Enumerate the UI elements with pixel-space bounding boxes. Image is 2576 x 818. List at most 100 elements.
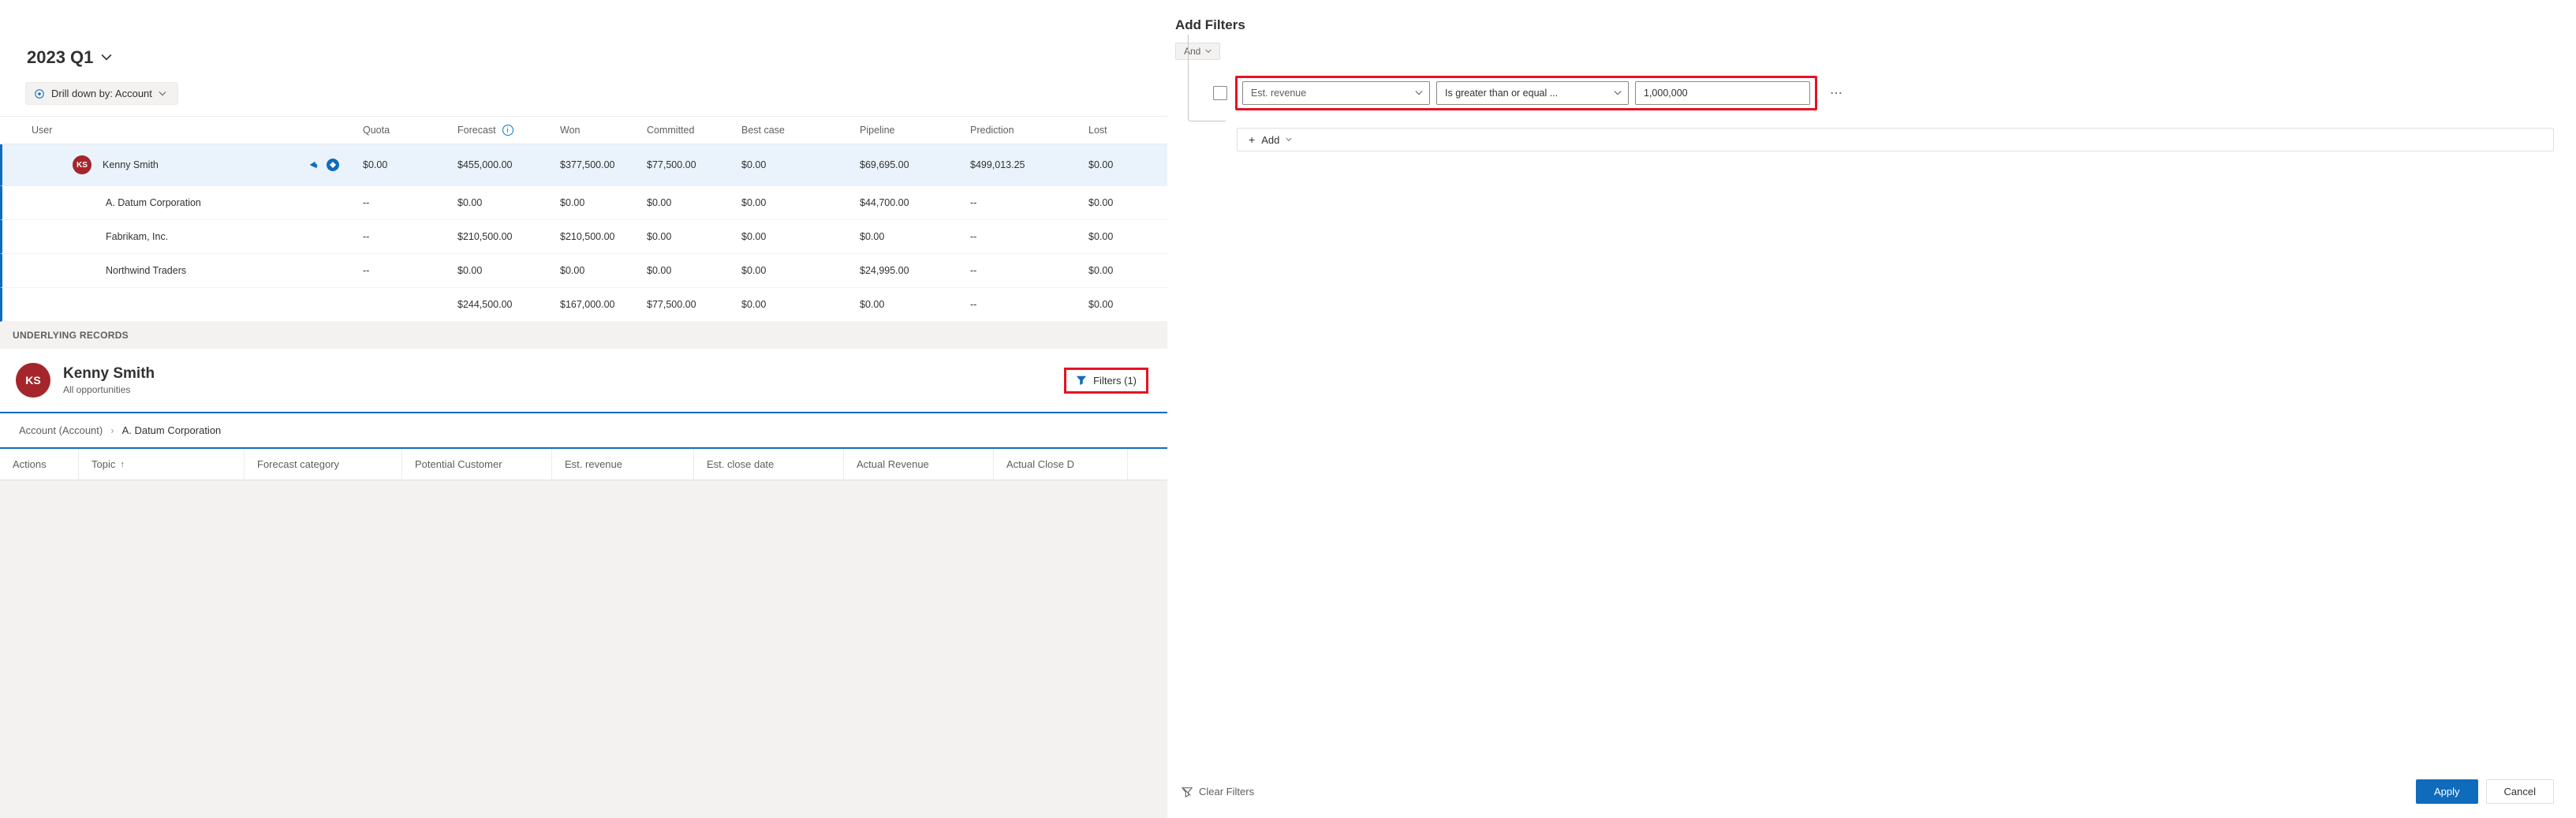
cell-forecast: $210,500.00 bbox=[457, 231, 560, 242]
cell-best: $0.00 bbox=[741, 159, 860, 170]
cell-prediction: -- bbox=[970, 231, 1088, 242]
and-operator-pill[interactable]: And bbox=[1175, 43, 1220, 60]
apply-button[interactable]: Apply bbox=[2416, 779, 2478, 804]
column-header[interactable]: Actual Revenue bbox=[844, 449, 994, 480]
cell-pipeline: $44,700.00 bbox=[860, 197, 970, 208]
col-best[interactable]: Best case bbox=[741, 125, 860, 136]
cell-best: $0.00 bbox=[741, 299, 860, 310]
row-name: A. Datum Corporation bbox=[106, 197, 201, 208]
filters-label: Filters (1) bbox=[1093, 375, 1137, 387]
cell-committed: $0.00 bbox=[647, 197, 741, 208]
cell-quota: -- bbox=[363, 231, 457, 242]
chevron-down-icon bbox=[1205, 48, 1211, 54]
cell-best: $0.00 bbox=[741, 197, 860, 208]
breadcrumb-current: A. Datum Corporation bbox=[122, 424, 222, 436]
cell-pipeline: $0.00 bbox=[860, 299, 970, 310]
column-header[interactable]: Est. close date bbox=[694, 449, 844, 480]
breadcrumb-root[interactable]: Account (Account) bbox=[19, 424, 103, 436]
record-body-empty bbox=[0, 480, 1167, 818]
cell-committed: $0.00 bbox=[647, 265, 741, 276]
filter-operator-dropdown[interactable]: Is greater than or equal ... bbox=[1436, 81, 1629, 105]
user-cell: Northwind Traders bbox=[32, 265, 363, 276]
column-header[interactable]: Forecast category bbox=[245, 449, 402, 480]
record-subtitle: All opportunities bbox=[63, 384, 155, 395]
status-dot-icon[interactable] bbox=[327, 159, 339, 171]
column-header[interactable]: Topic↑ bbox=[79, 449, 245, 480]
row-name: Northwind Traders bbox=[106, 265, 186, 276]
row-checkbox[interactable] bbox=[1213, 86, 1227, 100]
table-row[interactable]: $244,500.00$167,000.00$77,500.00$0.00$0.… bbox=[0, 288, 1167, 322]
table-row[interactable]: KSKenny Smith$0.00$455,000.00$377,500.00… bbox=[0, 144, 1167, 186]
col-quota[interactable]: Quota bbox=[363, 125, 457, 136]
breadcrumb: Account (Account) › A. Datum Corporation bbox=[0, 413, 1167, 449]
forecast-main-pane: 2023 Q1 Drill down by: Account User Quot… bbox=[0, 0, 1167, 818]
filter-condition-row: Est. revenue Is greater than or equal ..… bbox=[1175, 76, 2554, 110]
cell-forecast: $244,500.00 bbox=[457, 299, 560, 310]
clear-filters-link[interactable]: Clear Filters bbox=[1182, 786, 1254, 797]
column-header[interactable]: Est. revenue bbox=[552, 449, 694, 480]
cell-won: $377,500.00 bbox=[560, 159, 647, 170]
sort-asc-icon: ↑ bbox=[120, 460, 125, 469]
record-header: KS Kenny Smith All opportunities Filters… bbox=[0, 349, 1167, 413]
column-header[interactable]: Actual Close D bbox=[994, 449, 1128, 480]
row-name: Kenny Smith bbox=[103, 159, 159, 170]
cell-quota: -- bbox=[363, 265, 457, 276]
col-forecast[interactable]: Forecast i bbox=[457, 125, 560, 136]
column-header[interactable]: Potential Customer bbox=[402, 449, 552, 480]
cell-quota: $0.00 bbox=[363, 159, 457, 170]
info-icon[interactable]: i bbox=[502, 125, 513, 136]
chevron-down-icon bbox=[101, 52, 112, 63]
filter-field-dropdown[interactable]: Est. revenue bbox=[1242, 81, 1430, 105]
chevron-down-icon bbox=[1614, 89, 1622, 97]
cell-won: $0.00 bbox=[560, 265, 647, 276]
plus-icon: + bbox=[1249, 133, 1255, 146]
more-actions-icon[interactable]: ⋯ bbox=[1825, 85, 1847, 101]
filter-value-input[interactable]: 1,000,000 bbox=[1635, 81, 1810, 105]
period-label: 2023 Q1 bbox=[27, 47, 93, 68]
col-pipeline[interactable]: Pipeline bbox=[860, 125, 970, 136]
forecast-grid: User Quota Forecast i Won Committed Best… bbox=[0, 116, 1167, 322]
add-condition-button[interactable]: + Add bbox=[1237, 128, 2554, 151]
record-columns-row: ActionsTopic↑Forecast categoryPotential … bbox=[0, 449, 1167, 480]
table-row[interactable]: Northwind Traders--$0.00$0.00$0.00$0.00$… bbox=[0, 254, 1167, 288]
share-icon[interactable] bbox=[308, 159, 319, 170]
cell-pipeline: $24,995.00 bbox=[860, 265, 970, 276]
table-row[interactable]: A. Datum Corporation--$0.00$0.00$0.00$0.… bbox=[0, 186, 1167, 220]
cell-committed: $77,500.00 bbox=[647, 159, 741, 170]
cell-won: $167,000.00 bbox=[560, 299, 647, 310]
table-row[interactable]: Fabrikam, Inc.--$210,500.00$210,500.00$0… bbox=[0, 220, 1167, 254]
cell-forecast: $0.00 bbox=[457, 197, 560, 208]
cell-forecast: $0.00 bbox=[457, 265, 560, 276]
period-selector[interactable]: 2023 Q1 bbox=[0, 0, 1167, 82]
row-name: Fabrikam, Inc. bbox=[106, 231, 168, 242]
user-cell: A. Datum Corporation bbox=[32, 197, 363, 208]
chevron-right-icon: › bbox=[110, 424, 114, 436]
drill-down-pill[interactable]: Drill down by: Account bbox=[25, 82, 178, 105]
cell-best: $0.00 bbox=[741, 265, 860, 276]
avatar: KS bbox=[73, 155, 91, 174]
cell-lost: $0.00 bbox=[1088, 231, 1159, 242]
col-prediction[interactable]: Prediction bbox=[970, 125, 1088, 136]
cell-lost: $0.00 bbox=[1088, 299, 1159, 310]
cell-lost: $0.00 bbox=[1088, 265, 1159, 276]
record-name: Kenny Smith bbox=[63, 365, 155, 383]
filters-button[interactable]: Filters (1) bbox=[1064, 368, 1148, 394]
column-header[interactable]: Actions bbox=[0, 449, 79, 480]
cell-quota: -- bbox=[363, 197, 457, 208]
cell-lost: $0.00 bbox=[1088, 159, 1159, 170]
col-committed[interactable]: Committed bbox=[647, 125, 741, 136]
cell-prediction: $499,013.25 bbox=[970, 159, 1088, 170]
cancel-button[interactable]: Cancel bbox=[2486, 779, 2554, 804]
col-user[interactable]: User bbox=[32, 125, 363, 136]
col-won[interactable]: Won bbox=[560, 125, 647, 136]
col-lost[interactable]: Lost bbox=[1088, 125, 1159, 136]
cell-committed: $77,500.00 bbox=[647, 299, 741, 310]
drill-label: Drill down by: Account bbox=[51, 88, 152, 99]
cell-prediction: -- bbox=[970, 265, 1088, 276]
cell-forecast: $455,000.00 bbox=[457, 159, 560, 170]
avatar: KS bbox=[16, 363, 50, 398]
panel-title: Add Filters bbox=[1175, 13, 2554, 43]
clear-funnel-icon bbox=[1182, 786, 1193, 797]
grid-header-row: User Quota Forecast i Won Committed Best… bbox=[0, 117, 1167, 144]
cell-lost: $0.00 bbox=[1088, 197, 1159, 208]
